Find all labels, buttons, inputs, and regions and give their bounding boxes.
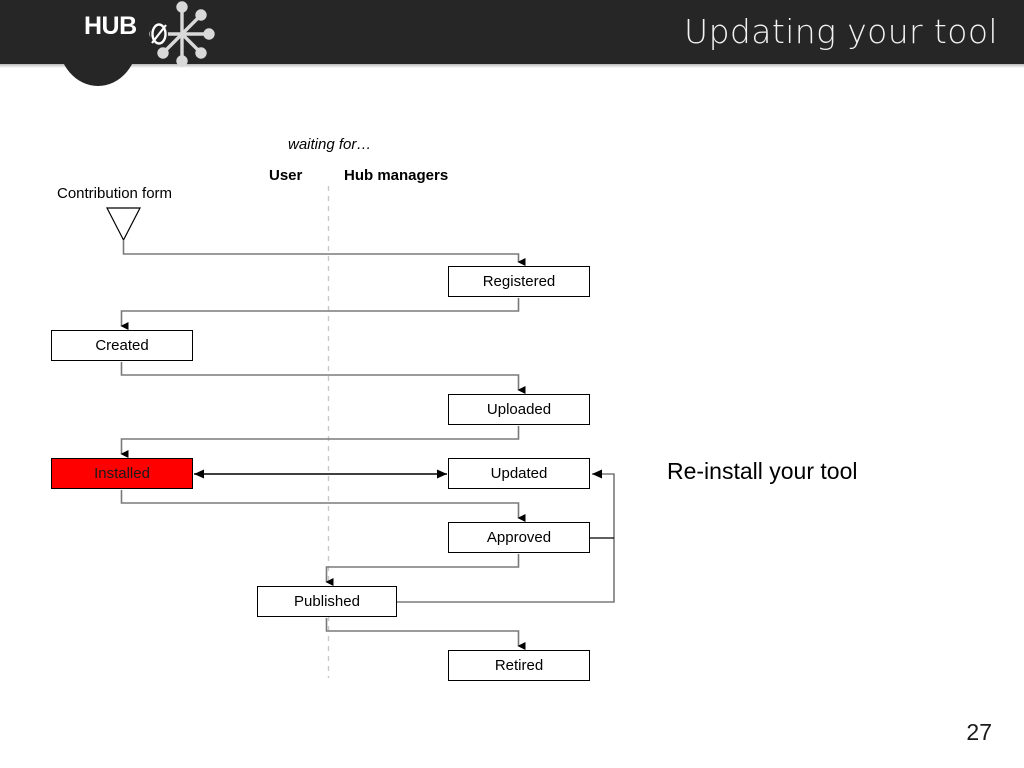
state-node-uploaded[interactable]: Uploaded <box>448 394 590 425</box>
workflow-diagram: waiting for… User Hub managers Contribut… <box>0 0 1024 768</box>
state-node-retired[interactable]: Retired <box>448 650 590 681</box>
state-node-published[interactable]: Published <box>257 586 397 617</box>
swimlane-header-hub-managers: Hub managers <box>344 167 449 184</box>
state-node-created[interactable]: Created <box>51 330 193 361</box>
state-node-installed[interactable]: Installed <box>51 458 193 489</box>
reinstall-annotation: Re-install your tool <box>667 458 858 484</box>
contribution-form-triangle <box>106 207 141 242</box>
swimlane-header-user: User <box>269 167 303 184</box>
state-node-registered[interactable]: Registered <box>448 266 590 297</box>
contribution-form-label: Contribution form <box>57 185 173 202</box>
page-number: 27 <box>966 719 992 745</box>
state-node-updated[interactable]: Updated <box>448 458 590 489</box>
swimlane-caption: waiting for… <box>288 136 372 153</box>
state-node-approved[interactable]: Approved <box>448 522 590 553</box>
